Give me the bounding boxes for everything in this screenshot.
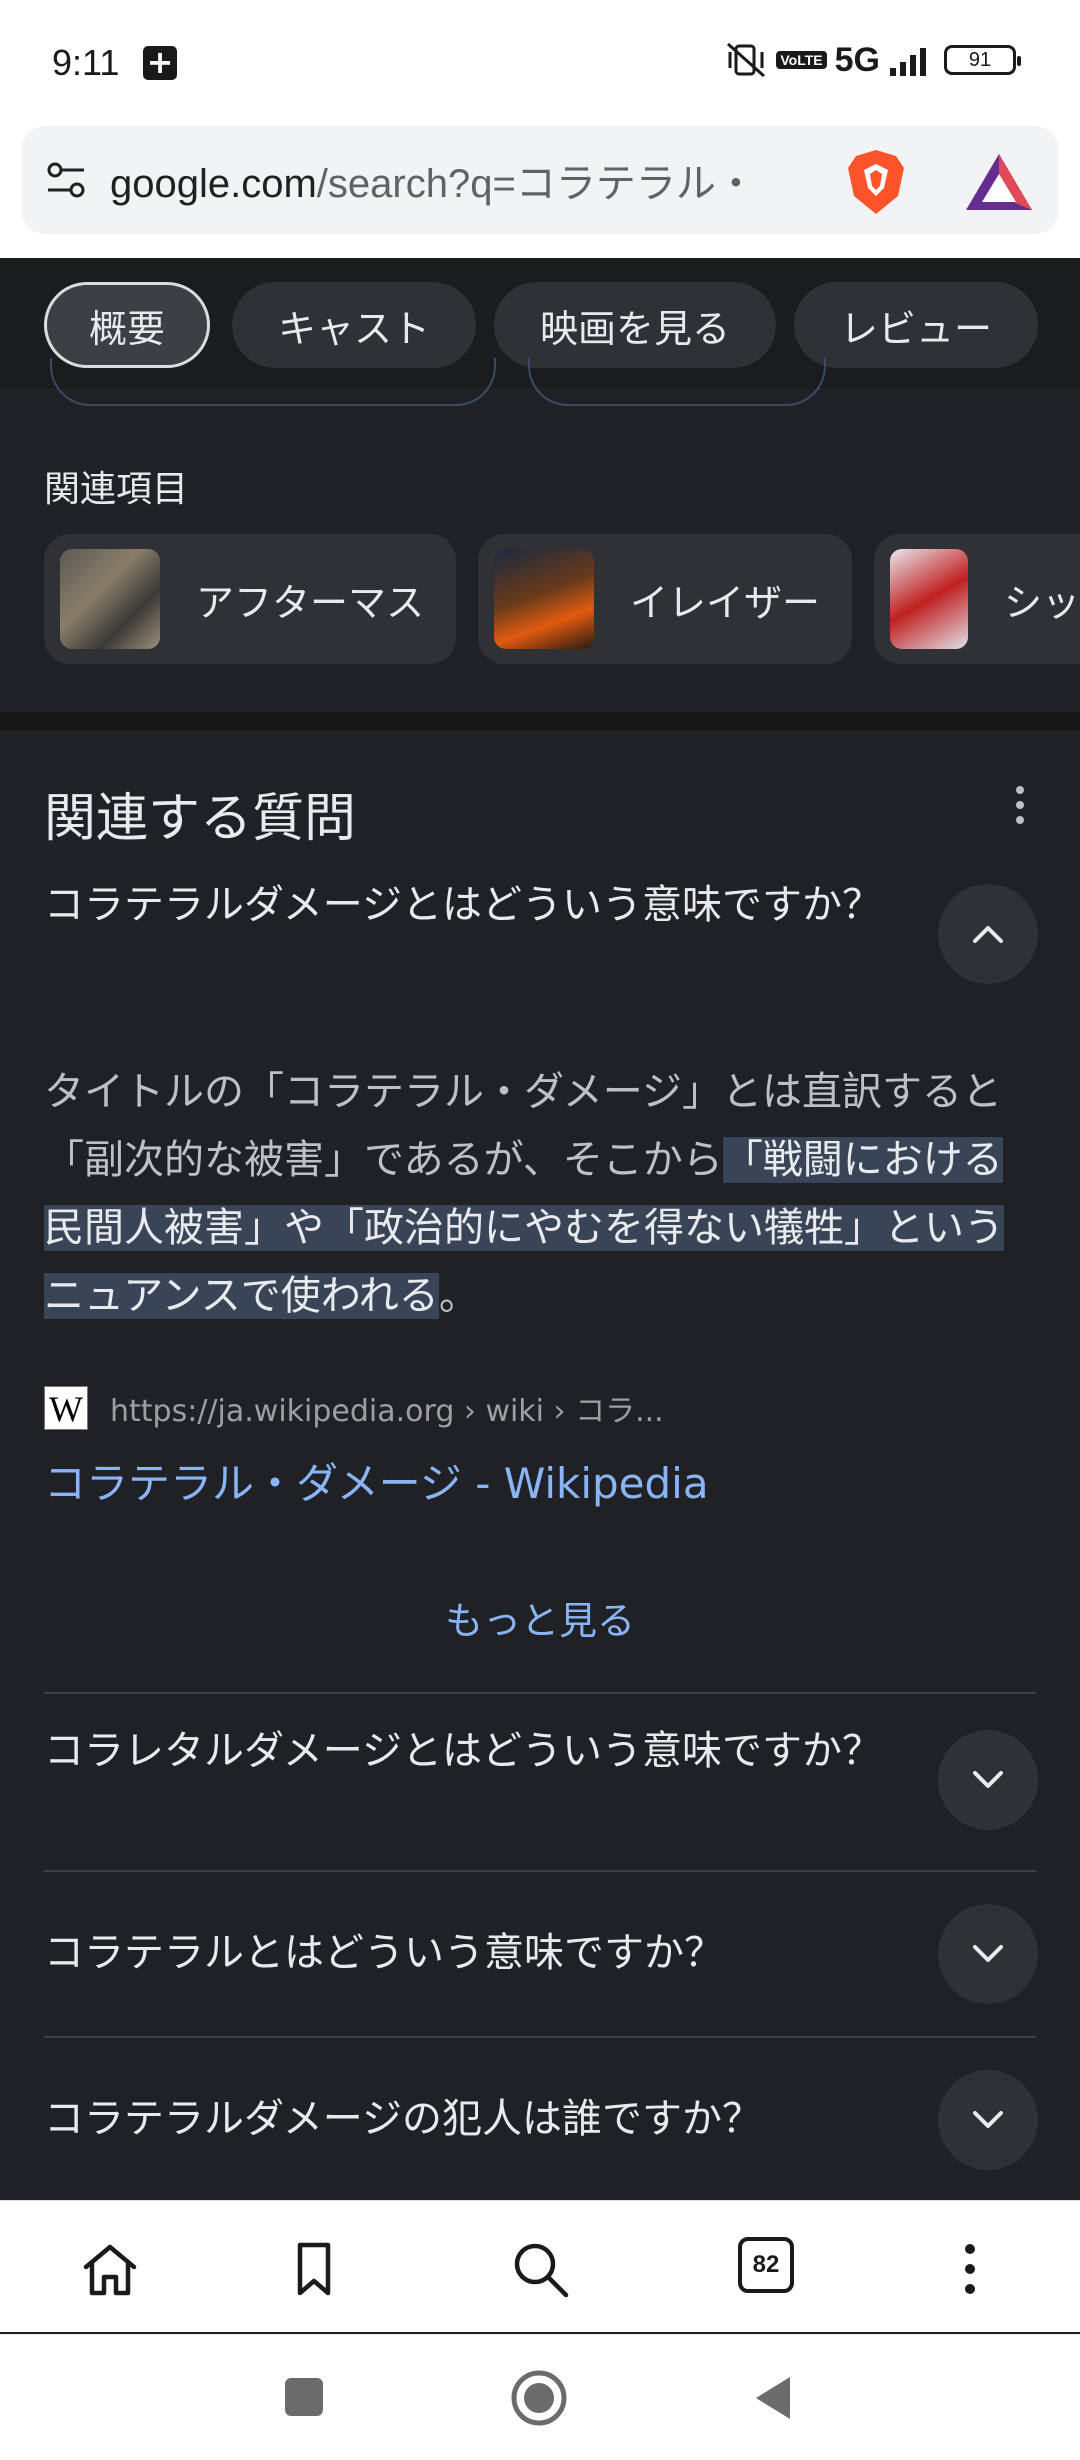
answer-text: タイトルの「コラテラル・ダメージ」とは直訳すると「副次的な被害」であるが、そこか… (44, 1058, 1024, 1330)
system-nav-bar (0, 2334, 1080, 2460)
menu-icon[interactable] (938, 2237, 1002, 2301)
chevron-down-icon (973, 1771, 1003, 1788)
chip-overview[interactable]: 概要 (44, 282, 210, 368)
address-bar[interactable]: google.com/search?q=コラテラル・ (22, 126, 1058, 234)
more-options-icon[interactable] (1010, 786, 1030, 828)
question-item[interactable]: コラテラルダメージの犯人は誰ですか？ (44, 2092, 904, 2146)
status-time: 9:11 (52, 42, 120, 83)
home-icon[interactable] (78, 2237, 142, 2301)
status-bar: 9:11 + VoLTE 5G 91 (0, 0, 1080, 126)
answer-end: 。 (438, 1273, 479, 1319)
expand-button[interactable] (938, 2070, 1038, 2170)
bookmark-icon[interactable] (282, 2237, 346, 2301)
notification-plus-icon: + (143, 46, 177, 80)
tab-switcher-button[interactable]: 82 (738, 2237, 794, 2293)
source-url[interactable]: https://ja.wikipedia.org › wiki › コラ... (110, 1386, 664, 1430)
url-path: /search?q=コラテラル・ (316, 162, 756, 206)
related-questions-title: 関連する質問 (44, 789, 357, 849)
url-host: google.com (110, 162, 317, 206)
status-icons: VoLTE 5G 91 (724, 40, 1021, 80)
movie-poster-thumbnail (494, 549, 594, 649)
network-label: 5G (834, 40, 880, 79)
related-item-eraser[interactable]: イレイザー (478, 534, 852, 664)
brave-shields-icon[interactable] (844, 148, 908, 216)
bottom-toolbar: 82 (0, 2200, 1080, 2332)
chip-reviews[interactable]: レビュー (794, 282, 1038, 368)
url-text[interactable]: google.com/search?q=コラテラル・ (110, 151, 830, 209)
brave-rewards-icon[interactable] (964, 152, 1034, 212)
battery-icon: 91 (944, 45, 1021, 75)
related-item-title: イレイザー (630, 580, 821, 625)
section-divider (0, 712, 1080, 730)
chevron-up-icon (973, 926, 1003, 943)
vibrate-off-icon (727, 42, 766, 78)
expand-button[interactable] (938, 1730, 1038, 1830)
related-item-partial[interactable]: シッ (874, 534, 1080, 664)
chevron-down-icon (973, 1945, 1003, 1962)
question-expanded[interactable]: コラテラルダメージとはどういう意味ですか？ (44, 878, 904, 932)
volte-badge: VoLTE (776, 51, 827, 69)
back-icon[interactable] (752, 2373, 794, 2423)
related-item-title: アフターマス (196, 580, 425, 625)
question-divider (44, 1870, 1036, 1872)
question-divider (44, 2036, 1036, 2038)
browser-toolbar: google.com/search?q=コラテラル・ (0, 126, 1080, 258)
related-items-section: 関連項目 アフターマス イレイザー シッ (0, 358, 1080, 712)
related-item-title: シッ (1003, 580, 1080, 625)
site-settings-icon[interactable] (44, 158, 88, 202)
question-item[interactable]: コラテラルとはどういう意味ですか？ (44, 1926, 904, 1980)
chip-cast[interactable]: キャスト (232, 282, 476, 368)
collapse-button[interactable] (938, 884, 1038, 984)
partial-card-edge (50, 358, 496, 406)
movie-poster-thumbnail (890, 549, 968, 649)
show-more-link[interactable]: もっと見る (0, 1590, 1080, 1645)
expand-button[interactable] (938, 1904, 1038, 2004)
home-nav-icon[interactable] (510, 2369, 568, 2427)
recents-icon[interactable] (282, 2375, 326, 2419)
question-item[interactable]: コラレタルダメージとはどういう意味ですか？ (44, 1724, 904, 1778)
signal-icon (890, 48, 926, 76)
partial-card-edge (528, 358, 826, 406)
source-title-link[interactable]: コラテラル・ダメージ - Wikipedia (44, 1450, 709, 1511)
chip-watch[interactable]: 映画を見る (494, 282, 776, 368)
wikipedia-icon: W (44, 1386, 88, 1430)
related-item-aftermath[interactable]: アフターマス (44, 534, 456, 664)
movie-poster-thumbnail (60, 549, 160, 649)
chevron-down-icon (973, 2111, 1003, 2128)
answer-source[interactable]: W https://ja.wikipedia.org › wiki › コラ..… (44, 1386, 664, 1430)
question-divider (44, 1692, 1036, 1694)
search-icon[interactable] (508, 2237, 572, 2301)
related-items-label: 関連項目 (44, 469, 189, 510)
